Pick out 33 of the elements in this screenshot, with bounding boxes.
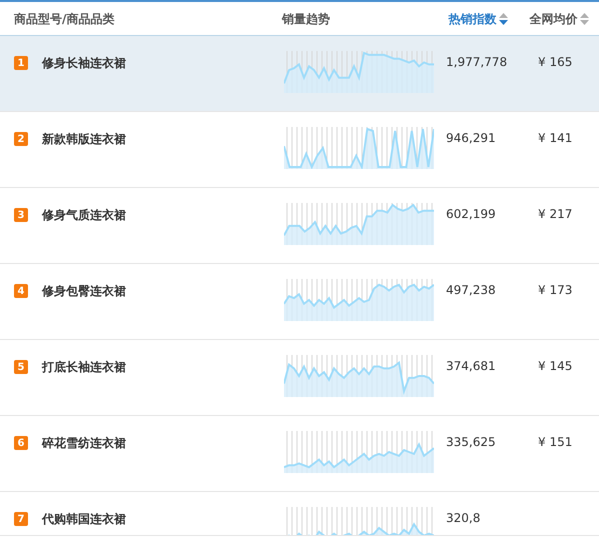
column-header: 销量趋势 [282,10,330,28]
product-name: 修身包臀连衣裙 [42,283,126,300]
rank-badge: 2 [14,132,28,146]
sales-index: 374,681 [446,359,496,373]
average-price: ¥ 151 [538,435,572,449]
product-name: 修身长袖连衣裙 [42,55,126,72]
product-name: 新款韩版连衣裙 [42,131,126,148]
column-header[interactable]: 热销指数 [448,10,496,28]
column-header[interactable]: 全网均价 [530,10,578,28]
sales-index: 497,238 [446,283,496,297]
column-header: 商品型号/商品品类 [14,10,114,28]
sales-index: 946,291 [446,131,496,145]
average-price: ¥ 141 [538,131,572,145]
rank-badge: 7 [14,512,28,526]
sales-index: 602,199 [446,207,496,221]
average-price: ¥ 173 [538,283,572,297]
average-price: ¥ 165 [538,55,572,69]
rank-badge: 3 [14,208,28,222]
rank-badge: 6 [14,436,28,450]
table-row-selected[interactable]: 1 修身长袖连衣裙 1,977,778 ¥ 165 [0,36,599,112]
rank-badge: 5 [14,360,28,374]
product-name: 碎花雪纺连衣裙 [42,435,126,452]
sales-index: 335,625 [446,435,496,449]
average-price: ¥ 145 [538,359,572,373]
average-price: ¥ 217 [538,207,572,221]
rank-badge: 4 [14,284,28,298]
sales-index: 320,8 [446,511,480,525]
product-name: 代购韩国连衣裙 [42,511,126,528]
product-name: 打底长袖连衣裙 [42,359,126,376]
sort-icon[interactable] [498,12,508,24]
sales-index: 1,977,778 [446,55,508,69]
product-name: 修身气质连衣裙 [42,207,126,224]
rank-badge: 1 [14,56,28,70]
